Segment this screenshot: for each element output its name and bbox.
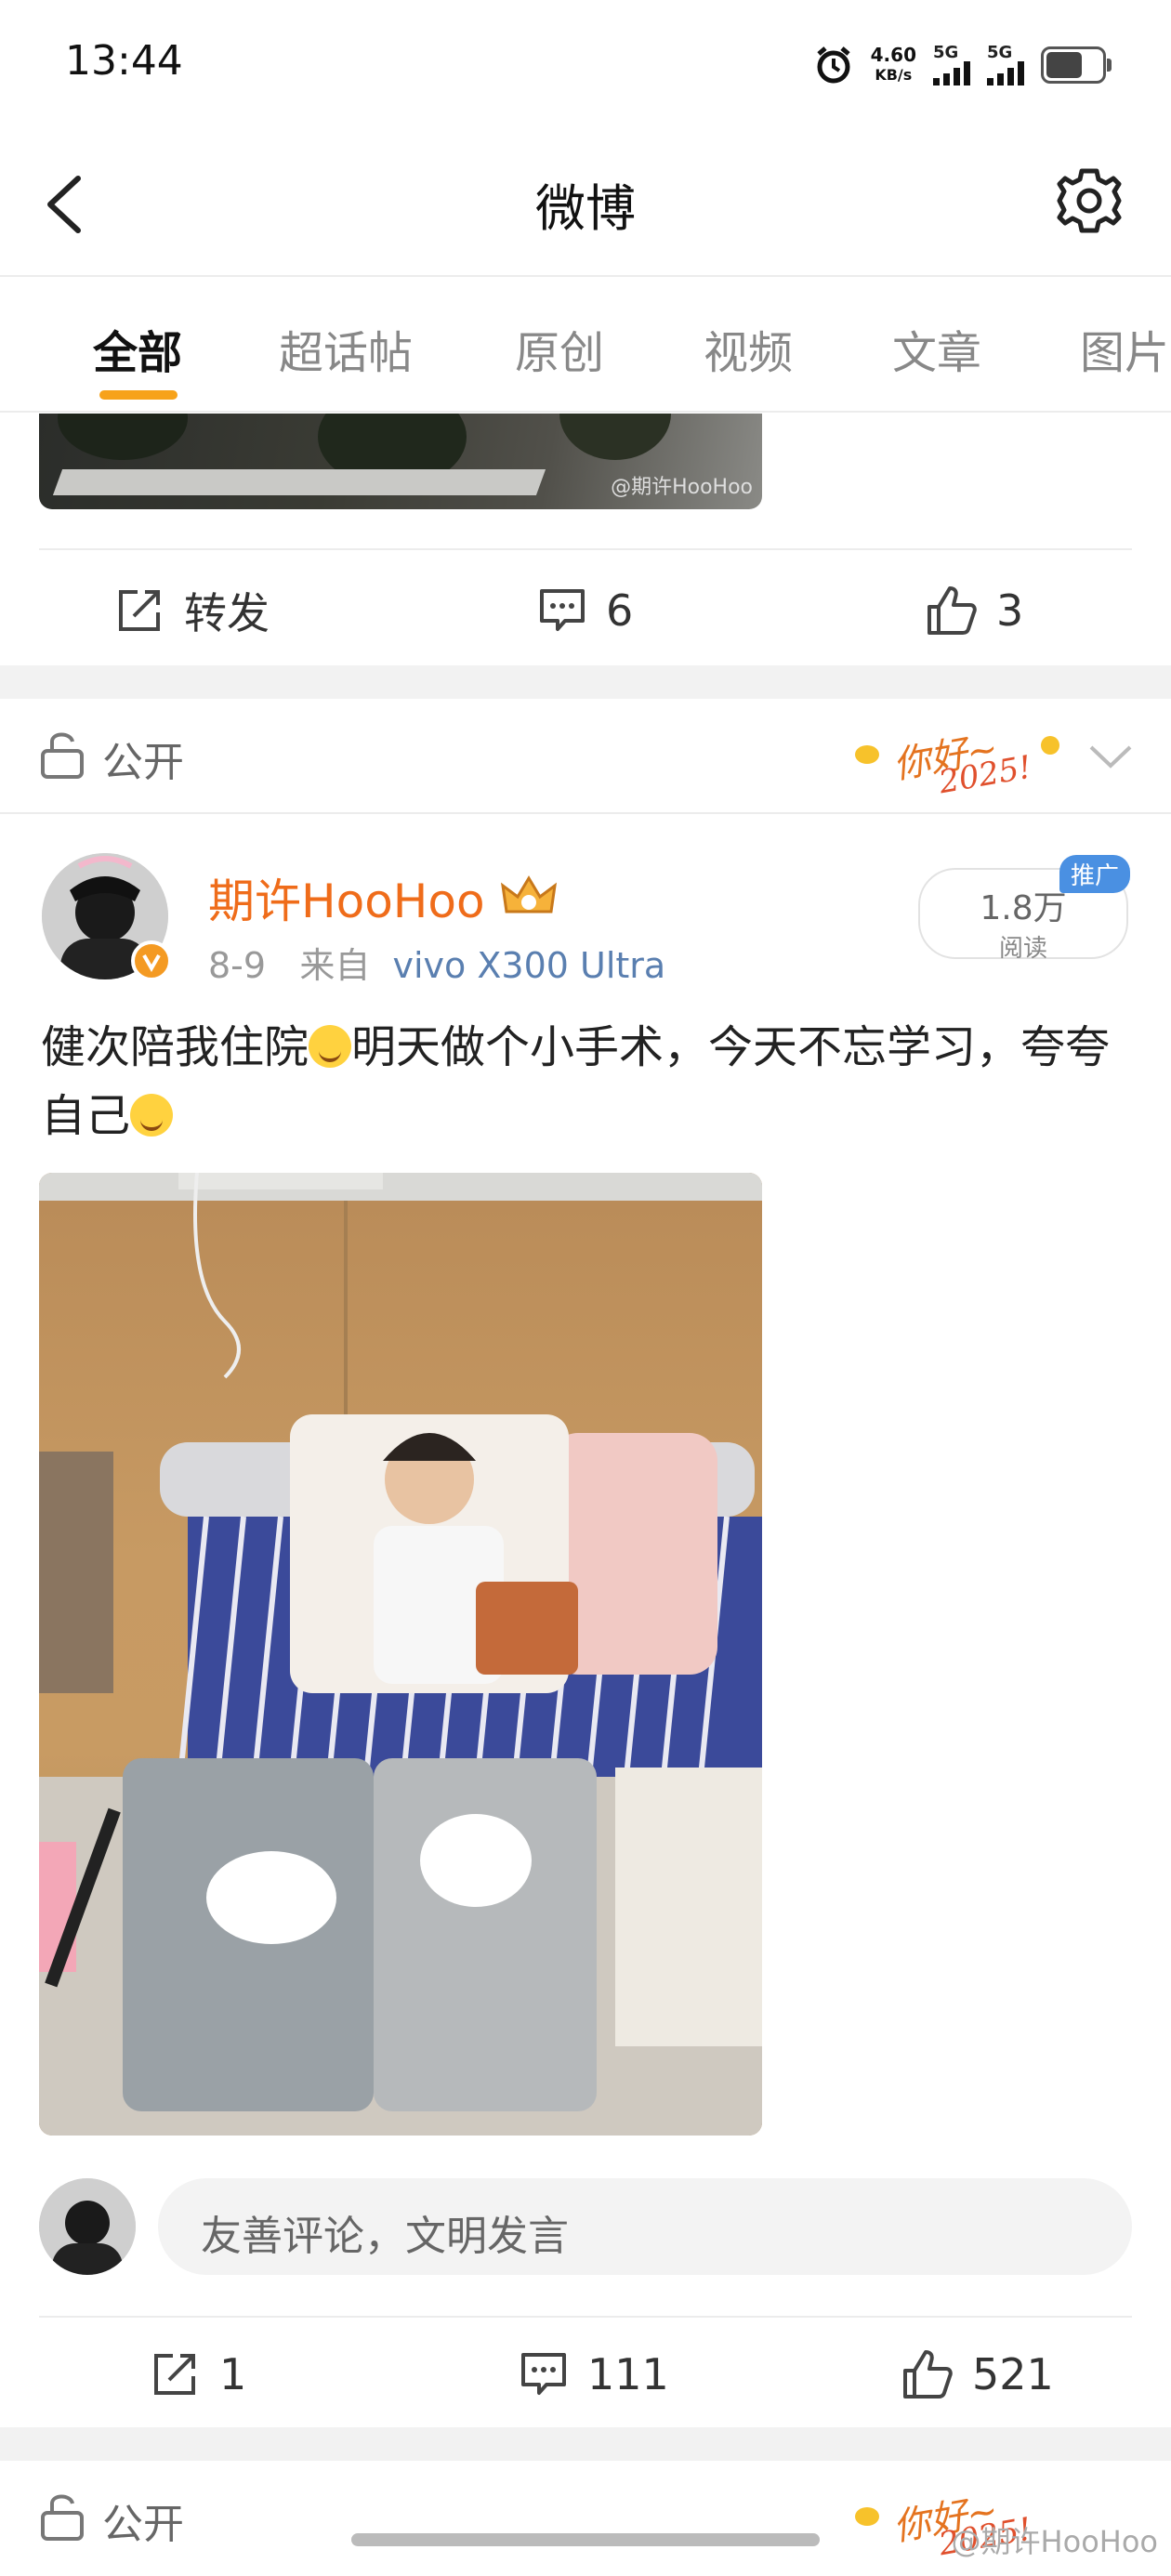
username-text: 期许HooHoo [208, 874, 485, 928]
username[interactable]: 期许HooHoo [208, 864, 559, 931]
unlock-icon [41, 2494, 84, 2541]
repost-icon [154, 2354, 195, 2395]
like-count: 3 [996, 585, 1024, 636]
comment-avatar [39, 2178, 136, 2275]
repost-button[interactable]: 转发 [113, 559, 270, 662]
signal-1-label: 5G [933, 43, 959, 62]
battery-icon [1041, 46, 1112, 84]
signal-bars-icon [987, 61, 1024, 85]
post-repost-count: 1 [219, 2349, 247, 2399]
post-like-button[interactable]: 521 [901, 2323, 1054, 2425]
tab-active-indicator [99, 390, 178, 400]
post-actions-divider [39, 2316, 1132, 2318]
grin-emoji-icon [130, 1094, 174, 1137]
status-icons: 4.60 KB/s 5G 5G [813, 37, 1112, 93]
post-separator-2 [0, 2427, 1171, 2461]
tab-bar: 全部 超话帖 原创 视频 文章 图片 [0, 279, 1171, 409]
comment-icon [521, 2353, 566, 2395]
source-device[interactable]: vivo X300 Ultra [393, 945, 666, 986]
comment-button[interactable]: 6 [537, 559, 633, 662]
smile-emoji-icon [309, 1025, 352, 1068]
tabs-divider [0, 411, 1171, 413]
home-indicator[interactable] [351, 2533, 820, 2546]
tab-picture[interactable]: 图片 [1080, 316, 1169, 381]
post-comment-button[interactable]: 111 [519, 2323, 669, 2425]
visibility-label: 公开 [102, 739, 184, 786]
comment-icon [540, 589, 585, 631]
post-like-count: 521 [972, 2349, 1054, 2399]
hello-2025-badge: 你好~ 2025! [855, 708, 1069, 801]
gear-icon [1057, 168, 1122, 233]
avatar[interactable] [42, 853, 172, 981]
post-photo [39, 1173, 762, 2136]
alarm-icon [817, 46, 850, 84]
crown-icon [501, 875, 558, 913]
chevron-down-icon[interactable] [1087, 738, 1134, 775]
net-speed: 4.60 KB/s [871, 45, 916, 85]
comment-input[interactable]: 友善评论，文明发言 [158, 2178, 1132, 2275]
verified-badge-icon [131, 940, 172, 981]
image-watermark: @期许HooHoo [611, 476, 753, 499]
tab-article[interactable]: 文章 [892, 316, 981, 381]
settings-button[interactable] [1054, 165, 1125, 236]
post-text-part1: 健次陪我住院 [41, 1021, 309, 1073]
post-date: 8-9 [208, 945, 267, 986]
thumbs-up-icon [903, 2350, 953, 2399]
post-actions: 1 111 521 [0, 2323, 1171, 2425]
post-meta: 8-9 来自 vivo X300 Ultra [208, 937, 665, 988]
tab-all[interactable]: 全部 [93, 316, 182, 381]
post-text: 健次陪我住院 明天做个小手术，今天不忘学习，夸夸自己 [41, 1013, 1138, 1150]
post-image[interactable] [39, 1173, 762, 2136]
visibility-divider [0, 812, 1171, 814]
header-divider [0, 275, 1171, 277]
signal-2-label: 5G [987, 43, 1013, 62]
thumbs-up-icon [928, 586, 977, 635]
signal-bars-icon [933, 61, 970, 85]
comment-count: 6 [606, 585, 634, 636]
repost-icon [119, 590, 160, 631]
tab-video[interactable]: 视频 [704, 316, 793, 381]
tab-supertopic[interactable]: 超话帖 [279, 316, 413, 381]
prev-post-divider [39, 548, 1132, 550]
source-prefix: 来自 [299, 945, 371, 986]
promo-badge: 推广 [1059, 855, 1131, 893]
like-button[interactable]: 3 [926, 559, 1023, 662]
next-visibility-label: 公开 [102, 2501, 184, 2548]
read-label: 阅读 [998, 935, 1047, 963]
page-title: 微博 [535, 179, 636, 238]
post-comment-count: 111 [587, 2349, 669, 2399]
status-time: 13:44 [65, 37, 183, 85]
post-separator [0, 665, 1171, 699]
repost-label: 转发 [184, 588, 270, 638]
signal-1: 5G [933, 45, 970, 85]
signal-2: 5G [987, 45, 1024, 85]
bottom-watermark: @期许HooHoo [951, 2524, 1158, 2559]
comment-avatar-image [39, 2178, 136, 2275]
visibility-row: 公开 你好~ 2025! [0, 701, 1171, 812]
unlock-icon [41, 732, 84, 779]
post-repost-button[interactable]: 1 [149, 2323, 246, 2425]
prev-post-image[interactable]: @期许HooHoo [39, 414, 762, 509]
tab-original[interactable]: 原创 [515, 316, 604, 381]
net-speed-unit: KB/s [875, 66, 913, 84]
net-speed-value: 4.60 [870, 44, 916, 66]
prev-post-actions: 转发 6 3 [0, 559, 1171, 662]
